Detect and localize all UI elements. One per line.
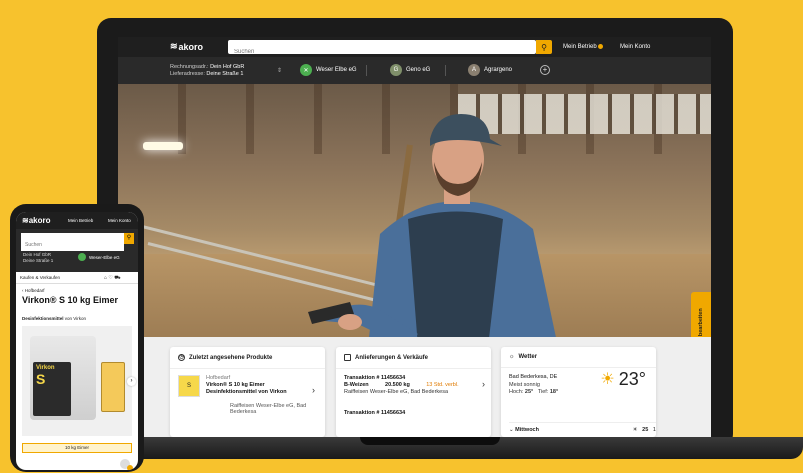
address-selector[interactable]: Rechnungsadr.: Dein Hof GbR Lieferadress… [170,64,244,78]
phone-search-box [21,233,124,251]
phone-brand[interactable]: ≋akoro [22,216,51,225]
deliveries-card: Anlieferungen & Verkäufe Transaktion # 1… [336,347,491,437]
chevron-right-icon[interactable]: › [312,385,315,395]
coop-logo-icon: G [390,64,402,76]
phone-my-account-link[interactable]: Mein Konto [108,218,131,223]
phone-screen: ≋akoro Mein Betrieb Mein Konto ⚲ Dein Ho… [16,212,138,470]
transaction-item[interactable]: Transaktion # 11456634 [336,396,491,417]
phone-coop-selector[interactable]: Weser-Elbe eG [78,253,120,261]
my-account-link[interactable]: Mein Konto [620,44,650,50]
my-business-link[interactable]: Mein Betrieb [563,44,603,50]
search-button[interactable]: ⚲ [536,40,552,54]
farmer-illustration [308,114,558,347]
notification-dot [127,465,133,470]
phone-address[interactable]: Dein Hof GbR Deine Straße 1 [23,252,53,263]
recent-product-item[interactable]: S Hofbedarf Virkon® S 10 kg Eimer Desinf… [170,369,325,403]
chevron-right-icon[interactable]: › [482,380,485,389]
coop-agrargeno[interactable]: A Agrargeno [468,64,512,76]
logo-icon: ≋ [170,41,177,51]
transaction-item[interactable]: Transaktion # 11456634 B-Weizen 20.500 k… [336,369,491,396]
product-thumbnail: S [178,375,200,397]
product-box-image [101,362,125,412]
phone-my-business-link[interactable]: Mein Betrieb [68,218,93,223]
address-bar: Rechnungsadr.: Dein Hof GbR Lieferadress… [118,57,711,84]
forecast-row[interactable]: ⌄ Mittwoch ☀ 25 14 [509,422,656,433]
phone-top-bar: ≋akoro Mein Betrieb Mein Konto [16,212,138,229]
notification-dot [597,44,603,49]
product-subtitle: Desinfektionsmittel von Virkon [22,316,86,321]
phone-menu-icons[interactable]: ⌂ ♡ ⛟ [104,275,121,282]
recent-products-card: ◷ Zuletzt angesehene Produkte S Hofbedar… [170,347,325,437]
search-icon: ⚲ [541,42,547,52]
phone-search-button[interactable]: ⚲ [124,233,134,244]
weather-icon: ☼ [509,354,515,360]
laptop-screen: ≋ akoro ⚲ Mein Betrieb Mein Konto Rechnu… [118,37,711,437]
brand-name: akoro [178,41,204,52]
weather-card: ☼ Wetter Bad Bederkesa, DE Meist sonnig … [501,347,656,437]
coop-logo-icon [78,253,86,261]
divider [445,65,446,76]
chevron-right-icon[interactable]: › [127,377,136,386]
coop-geno[interactable]: G Geno eG [390,64,430,76]
chevron-updown-icon[interactable]: ⇕ [277,67,282,74]
hero-image [118,84,711,347]
laptop-notch [360,437,500,445]
coop-logo-icon: A [468,64,480,76]
coop-logo-icon: ✕ [300,64,312,76]
coop-weser-elbe[interactable]: ✕ Weser Elbe eG [300,64,357,76]
transaction-icon [344,354,351,361]
sun-icon: ☀ [600,371,615,388]
brand-logo[interactable]: ≋ akoro [170,41,203,52]
phone-search-input[interactable] [21,239,124,251]
divider [366,65,367,76]
top-bar: ≋ akoro ⚲ Mein Betrieb Mein Konto [118,37,711,59]
product-title: Virkon® S 10 kg Eimer [22,295,119,305]
sun-icon: ☀ [632,427,638,433]
variant-option[interactable]: 10 kg Eimer [22,443,132,453]
add-coop-button[interactable]: + [540,65,550,75]
clock-icon: ◷ [178,354,185,361]
back-link[interactable]: ‹ Hofbedarf [22,288,45,293]
search-box [228,40,536,59]
